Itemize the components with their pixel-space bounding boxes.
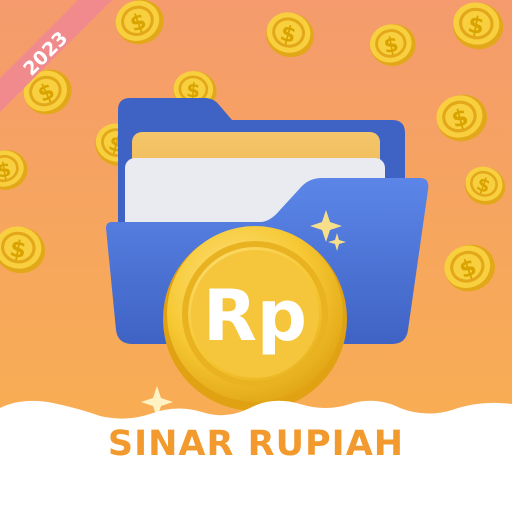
app-icon-canvas: $ 2023	[0, 0, 512, 512]
dollar-coin-icon	[436, 236, 504, 300]
rupiah-coin: Rp	[163, 226, 347, 411]
app-title: SINAR RUPIAH	[107, 424, 405, 464]
dollar-coin-icon	[365, 19, 421, 71]
dollar-coin-icon	[447, 0, 509, 55]
dollar-coin-icon	[108, 0, 172, 53]
dollar-coin-icon	[0, 221, 51, 279]
dollar-coin-icon	[458, 160, 512, 212]
dollar-coin-icon	[430, 87, 494, 149]
rupiah-coin-label: Rp	[203, 275, 307, 357]
dollar-coin-icon	[259, 6, 321, 64]
dollar-coin-icon	[0, 145, 33, 195]
